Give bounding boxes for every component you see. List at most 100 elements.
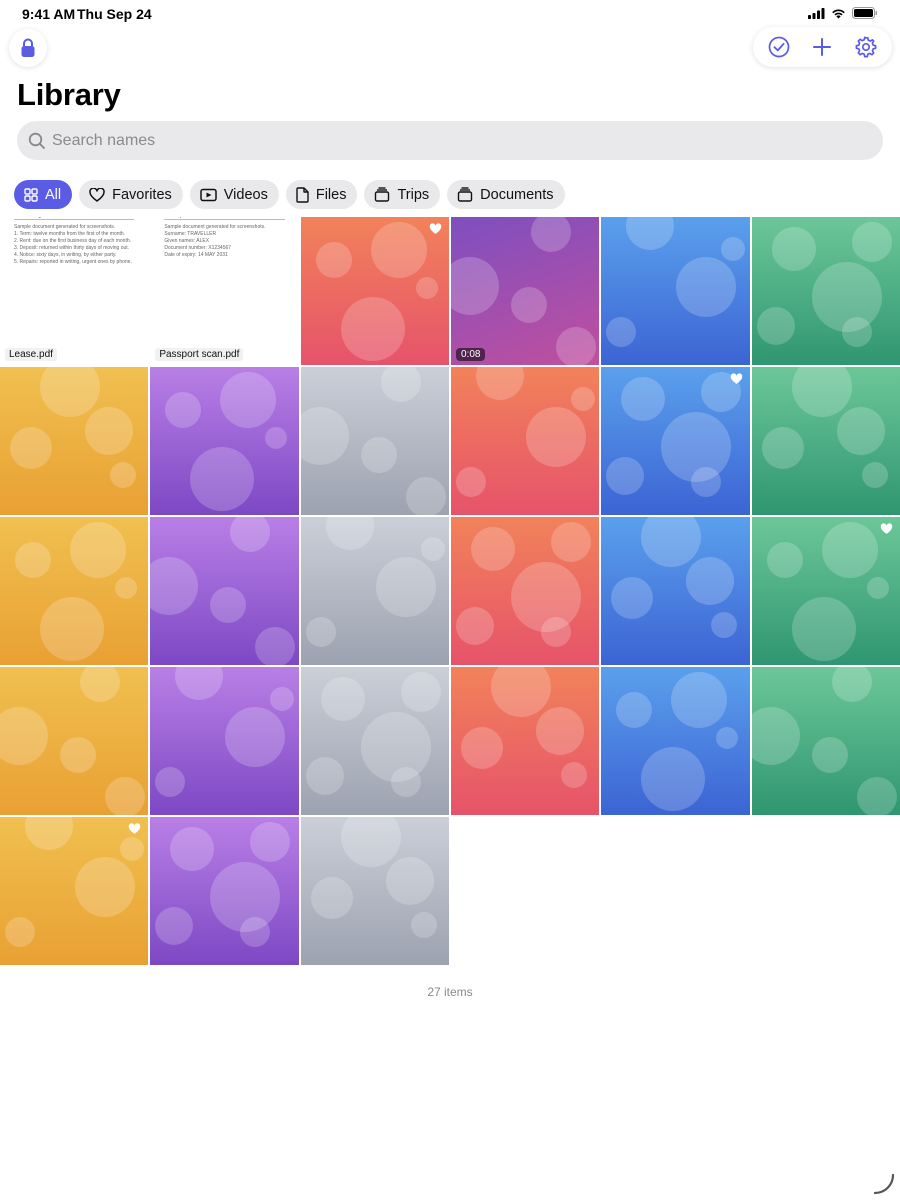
photo-tile[interactable] bbox=[0, 667, 149, 815]
search-icon bbox=[28, 132, 45, 149]
status-time: 9:41 AM bbox=[22, 6, 76, 22]
search-bar[interactable] bbox=[17, 121, 883, 160]
bokeh-circle bbox=[155, 767, 186, 797]
bokeh-circle bbox=[821, 522, 878, 578]
filter-chip-videos[interactable]: Videos bbox=[189, 180, 279, 209]
status-date: Thu Sep 24 bbox=[77, 6, 152, 22]
bokeh-circle bbox=[105, 777, 145, 815]
bokeh-circle bbox=[525, 407, 586, 467]
filter-chip-all[interactable]: All bbox=[14, 180, 73, 209]
bokeh-circle bbox=[150, 557, 199, 615]
filter-chip-label: Files bbox=[315, 186, 347, 203]
bokeh-circle bbox=[455, 467, 486, 497]
document-tile[interactable]: Passport scan Sample document generated f… bbox=[150, 217, 299, 365]
bokeh-circle bbox=[75, 857, 135, 917]
document-preview: Passport scan Sample document generated f… bbox=[164, 217, 285, 259]
photo-tile[interactable] bbox=[150, 367, 299, 515]
photo-tile[interactable] bbox=[150, 667, 299, 815]
select-button[interactable] bbox=[761, 29, 797, 65]
photo-tile[interactable] bbox=[300, 217, 449, 365]
photo-tile[interactable] bbox=[300, 667, 449, 815]
bokeh-circle bbox=[761, 427, 804, 469]
bokeh-circle bbox=[410, 912, 437, 938]
bokeh-circle bbox=[175, 667, 224, 700]
bokeh-circle bbox=[10, 427, 52, 469]
photo-tile[interactable] bbox=[601, 367, 750, 515]
filter-chip-documents[interactable]: Documents bbox=[447, 180, 565, 209]
favorite-heart-icon bbox=[129, 823, 141, 834]
bokeh-circle bbox=[811, 737, 848, 773]
bokeh-circle bbox=[530, 217, 571, 252]
bokeh-circle bbox=[606, 457, 645, 495]
photo-tile[interactable] bbox=[150, 517, 299, 665]
photo-tile[interactable] bbox=[150, 817, 299, 965]
photo-tile[interactable] bbox=[300, 817, 449, 965]
bokeh-circle bbox=[766, 542, 803, 578]
photo-tile[interactable] bbox=[601, 517, 750, 665]
gear-icon bbox=[855, 36, 877, 58]
bokeh-circle bbox=[85, 407, 133, 455]
document-tile[interactable]: Lease agreement Sample document generated… bbox=[0, 217, 149, 365]
photo-tile[interactable] bbox=[601, 667, 750, 815]
photo-tile[interactable] bbox=[0, 517, 149, 665]
bokeh-circle bbox=[686, 557, 735, 605]
photo-tile[interactable] bbox=[300, 517, 449, 665]
lock-button[interactable] bbox=[9, 29, 47, 67]
bokeh-circle bbox=[861, 462, 888, 488]
bokeh-circle bbox=[225, 707, 286, 767]
filter-chip-trips[interactable]: Trips bbox=[364, 180, 441, 209]
bokeh-circle bbox=[836, 407, 885, 455]
bokeh-circle bbox=[70, 522, 126, 578]
bokeh-circle bbox=[360, 437, 397, 473]
document-preview-line: Sample document generated for screenshot… bbox=[164, 224, 266, 230]
bokeh-circle bbox=[405, 477, 446, 515]
bokeh-circle bbox=[5, 917, 35, 947]
bokeh-circle bbox=[676, 257, 737, 317]
bokeh-circle bbox=[25, 817, 73, 850]
bokeh-circle bbox=[711, 612, 738, 638]
bokeh-circle bbox=[230, 517, 271, 552]
video-tile[interactable]: 0:08 bbox=[450, 217, 600, 365]
bokeh-circle bbox=[165, 392, 202, 428]
status-indicators bbox=[808, 7, 878, 19]
filter-chip-favorites[interactable]: Favorites bbox=[79, 180, 183, 209]
favorite-heart-icon bbox=[730, 373, 742, 384]
photo-tile[interactable] bbox=[751, 517, 900, 665]
photo-tile[interactable] bbox=[450, 667, 600, 815]
bokeh-circle bbox=[555, 327, 596, 365]
photo-tile[interactable] bbox=[0, 367, 149, 515]
favorite-heart-icon bbox=[429, 223, 442, 234]
document-preview-line: 1. Term: twelve months from the first of… bbox=[14, 231, 126, 237]
search-input[interactable] bbox=[52, 131, 832, 150]
photo-tile[interactable] bbox=[300, 367, 449, 515]
filter-chip-files[interactable]: Files bbox=[285, 180, 358, 209]
bokeh-circle bbox=[155, 907, 194, 945]
battery-icon bbox=[852, 7, 878, 19]
document-preview-line: 4. Notice: sixty days, in writing, by ei… bbox=[14, 252, 117, 258]
page-title: Library bbox=[17, 77, 121, 112]
lock-icon bbox=[21, 38, 35, 57]
scroll-indicator-icon bbox=[873, 1173, 895, 1195]
file-name-label: Lease.pdf bbox=[5, 348, 57, 361]
bokeh-circle bbox=[641, 747, 706, 811]
bokeh-circle bbox=[220, 372, 277, 428]
bokeh-circle bbox=[320, 677, 365, 721]
photo-tile[interactable] bbox=[450, 517, 600, 665]
add-button[interactable] bbox=[804, 29, 840, 65]
bokeh-circle bbox=[540, 617, 571, 647]
photo-tile[interactable] bbox=[601, 217, 750, 365]
photo-tile[interactable] bbox=[751, 367, 900, 515]
photo-tile[interactable] bbox=[751, 667, 900, 815]
bokeh-circle bbox=[455, 607, 494, 645]
bokeh-circle bbox=[856, 777, 897, 815]
bokeh-circle bbox=[641, 517, 702, 567]
photo-tile[interactable] bbox=[751, 217, 900, 365]
settings-button[interactable] bbox=[848, 29, 884, 65]
bokeh-circle bbox=[40, 597, 104, 661]
photo-tile[interactable] bbox=[0, 817, 149, 965]
bokeh-circle bbox=[510, 287, 547, 323]
photo-tile[interactable] bbox=[450, 367, 600, 515]
bokeh-circle bbox=[831, 667, 872, 702]
document-preview-line: 5. Repairs: reported in writing, urgent … bbox=[14, 259, 132, 265]
bokeh-circle bbox=[400, 672, 441, 712]
